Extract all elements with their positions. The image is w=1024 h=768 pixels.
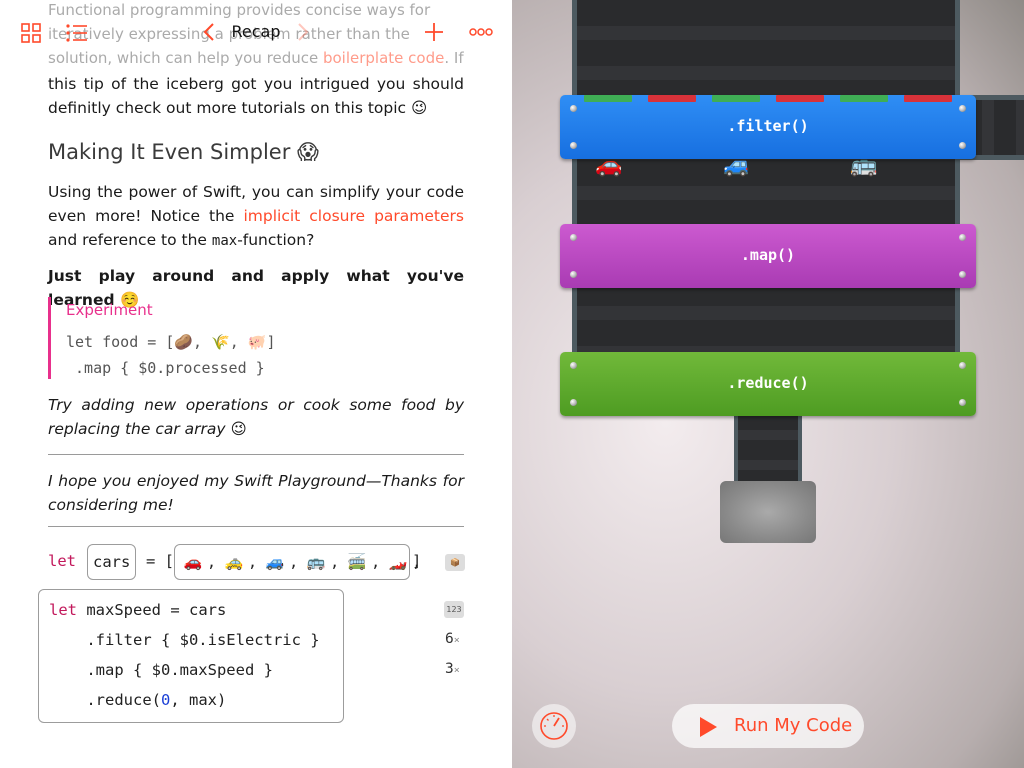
live-view: .filter() 🚗 🚙 🚌 .map() .reduce() Run My … (512, 0, 1024, 768)
close-bracket: ] (412, 552, 422, 570)
bolt (570, 105, 577, 112)
speed-button[interactable] (532, 704, 576, 748)
bolt (570, 362, 577, 369)
reduce-machine: .reduce() (560, 352, 976, 416)
paragraph-simplify: Using the power of Swift, you can simpli… (48, 183, 464, 249)
experiment-code-line: .map { $0.processed } (66, 359, 265, 377)
filter-machine-label: .filter() (727, 117, 809, 135)
filter-result-count[interactable]: 6× (445, 631, 460, 647)
bolt (570, 271, 577, 278)
cars-array-token[interactable]: 🚗, 🚕, 🚙, 🚌, 🚎, 🏎️, (174, 544, 421, 580)
result-viewer-badge[interactable]: 123 (444, 601, 464, 618)
bolt (570, 234, 577, 241)
code-line: .reduce(0, max) (49, 691, 227, 709)
map-machine: .map() (560, 224, 976, 288)
experiment-label: Experiment (66, 301, 153, 319)
car-emoji: 🚌 (306, 553, 326, 571)
max-function-code: max (211, 233, 238, 249)
try-adding-text: Try adding new operations or cook some f… (48, 396, 464, 438)
indicator-stripe (712, 95, 760, 102)
divider (48, 454, 464, 455)
bolt (959, 142, 966, 149)
paragraph-intro: this tip of the iceberg got you intrigue… (48, 75, 464, 117)
toolbar: Recap (0, 0, 512, 62)
conveyor-belt (572, 0, 960, 375)
comma: , (330, 553, 340, 571)
map-result-count[interactable]: 3× (445, 661, 460, 677)
car-emoji: 🚎 (347, 553, 367, 571)
belt-car: 🚗 (595, 153, 623, 178)
cars-variable-token[interactable]: cars (87, 544, 137, 580)
car-emoji: 🏎️ (388, 553, 408, 571)
play-icon (700, 717, 717, 737)
more-icon[interactable] (469, 27, 493, 37)
plus-icon[interactable] (424, 22, 444, 42)
equals-bracket: = [ (146, 552, 174, 570)
indicator-stripe (840, 95, 888, 102)
reduce-machine-label: .reduce() (727, 374, 809, 392)
comma: , (248, 553, 258, 571)
comma: , (289, 553, 299, 571)
car-emoji: 🚕 (224, 553, 244, 571)
filter-machine: .filter() (560, 95, 976, 159)
car-emoji: 🚗 (183, 553, 203, 571)
output-conveyor-belt (734, 410, 802, 485)
map-machine-label: .map() (740, 246, 796, 264)
indicator-stripe (648, 95, 696, 102)
bolt (570, 399, 577, 406)
bolt (959, 399, 966, 406)
playground-page-pane: Functional programming provides concise … (0, 0, 512, 768)
divider (48, 526, 464, 527)
experiment-code-line: let food = [🥔, 🌾, 🐖] (66, 333, 276, 351)
code-line: .map { $0.maxSpeed } (49, 661, 273, 679)
comma: , (207, 553, 217, 571)
bolt (570, 142, 577, 149)
bolt (959, 271, 966, 278)
thanks-text: I hope you enjoyed my Swift Playground—T… (48, 472, 464, 514)
code-line: .filter { $0.isElectric } (49, 631, 320, 649)
speedometer-icon (540, 712, 568, 740)
implicit-closure-link[interactable]: implicit closure parameters (243, 207, 464, 225)
indicator-stripe (584, 95, 632, 102)
code-line: let maxSpeed = cars (49, 601, 227, 619)
comma: , (371, 553, 381, 571)
bolt (959, 234, 966, 241)
section-heading: Making It Even Simpler 😱 (48, 140, 319, 164)
let-keyword: let (48, 552, 76, 570)
car-emoji: 🚙 (265, 553, 285, 571)
run-my-code-label: Run My Code (734, 715, 853, 736)
indicator-stripe (904, 95, 952, 102)
output-bin (720, 481, 816, 543)
bolt (959, 362, 966, 369)
run-my-code-button[interactable]: Run My Code (672, 704, 864, 748)
code-editor[interactable]: let maxSpeed = cars .filter { $0.isElect… (38, 589, 344, 723)
experiment-callout: Experiment let food = [🥔, 🌾, 🐖] .map { $… (48, 297, 464, 379)
result-viewer-badge[interactable]: 📦 (445, 554, 465, 571)
chevron-right-icon[interactable] (297, 22, 309, 42)
indicator-stripe (776, 95, 824, 102)
belt-car: 🚌 (850, 153, 878, 178)
bolt (959, 105, 966, 112)
cars-declaration: let cars = [ 🚗, 🚕, 🚙, 🚌, 🚎, 🏎️, ] 📦 (48, 544, 488, 580)
belt-car: 🚙 (723, 153, 751, 178)
